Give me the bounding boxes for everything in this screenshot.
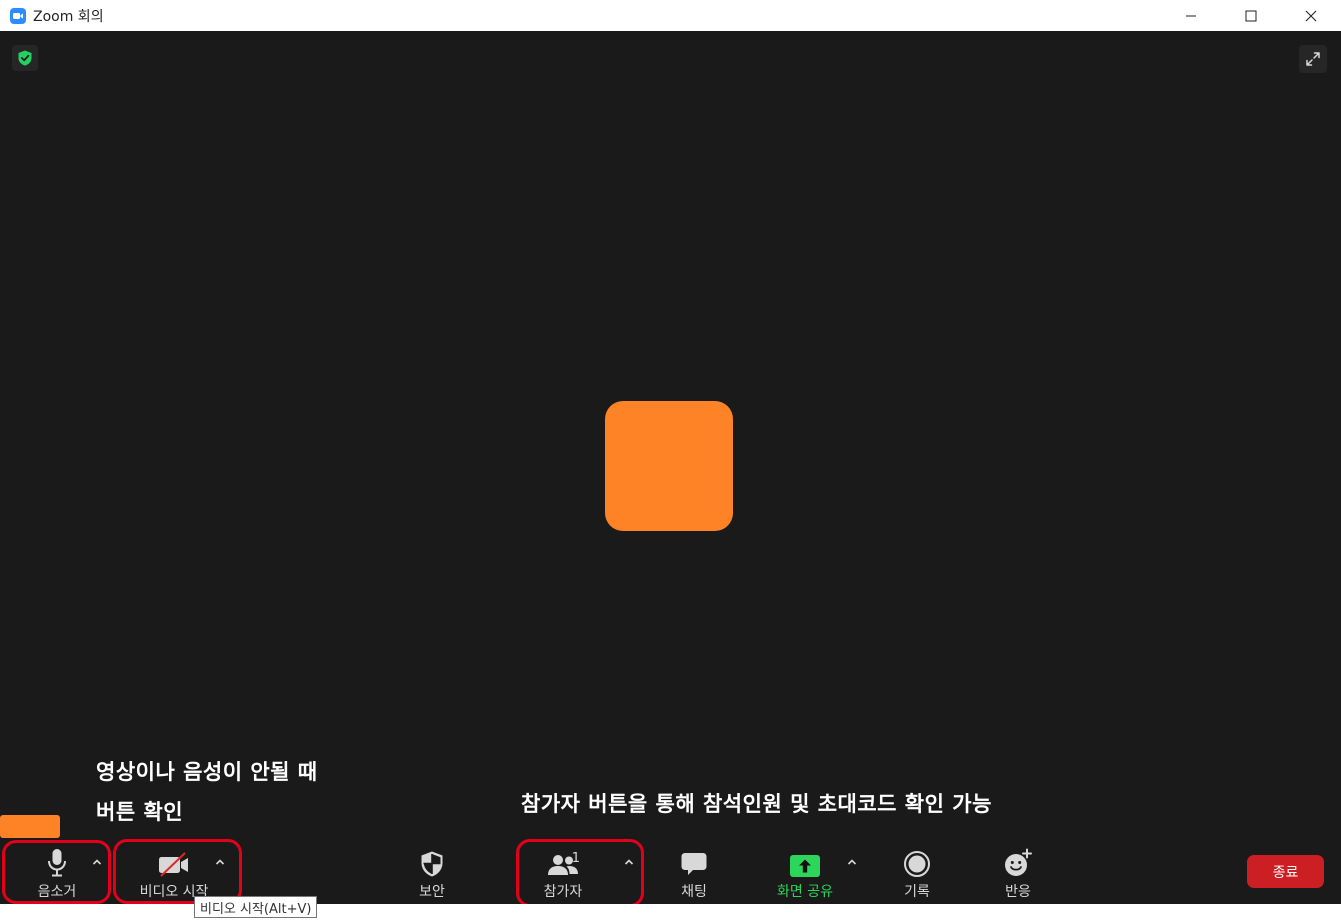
share-options-caret[interactable] <box>846 852 858 865</box>
encryption-shield-button[interactable] <box>12 45 38 71</box>
security-button[interactable]: 보안 <box>402 840 462 904</box>
reactions-button[interactable]: 반응 <box>988 840 1048 904</box>
title-bar: Zoom 회의 <box>0 0 1341 31</box>
shield-check-icon <box>18 50 32 66</box>
zoom-app-icon <box>10 7 26 24</box>
annotation-right: 참가자 버튼을 통해 참석인원 및 초대코드 확인 가능 <box>521 792 992 816</box>
highlight-video <box>113 839 242 904</box>
redacted-label <box>0 815 60 838</box>
record-button[interactable]: 기록 <box>887 840 947 904</box>
share-screen-icon <box>790 855 820 877</box>
chat-label: 채팅 <box>681 884 707 900</box>
participant-avatar-redacted <box>605 401 733 531</box>
highlight-audio <box>2 840 111 904</box>
fullscreen-button[interactable] <box>1299 45 1327 73</box>
record-icon <box>904 851 930 877</box>
zoom-meeting-window: Zoom 회의 영상이나 음성이 안될 때 버튼 확인 참가자 버튼을 통해 참… <box>0 0 1341 922</box>
annotation-left-line1: 영상이나 음성이 안될 때 <box>96 760 318 784</box>
window-title: Zoom 회의 <box>33 8 104 25</box>
share-screen-button[interactable]: 화면 공유 <box>768 840 842 904</box>
meeting-toolbar: 음소거 비디오 시작 보안 1 참가자 채팅 화면 공유 기록 반응 <box>0 839 1341 907</box>
close-icon <box>1305 10 1317 21</box>
maximize-icon <box>1245 10 1257 21</box>
record-label: 기록 <box>904 884 930 900</box>
chevron-up-icon <box>847 859 857 865</box>
close-button[interactable] <box>1281 0 1341 31</box>
share-label: 화면 공유 <box>777 884 833 900</box>
end-meeting-button[interactable]: 종료 <box>1247 855 1324 888</box>
chat-bubble-icon <box>681 853 707 875</box>
annotation-left-line2: 버튼 확인 <box>96 800 184 824</box>
window-controls <box>1161 0 1341 31</box>
expand-icon <box>1306 52 1320 66</box>
shield-icon <box>421 851 443 877</box>
maximize-button[interactable] <box>1221 0 1281 31</box>
minimize-button[interactable] <box>1161 0 1221 31</box>
highlight-participants <box>516 839 644 907</box>
emoji-add-icon <box>1005 848 1032 876</box>
security-label: 보안 <box>419 884 445 900</box>
chat-button[interactable]: 채팅 <box>664 840 724 904</box>
reactions-label: 반응 <box>1005 884 1031 900</box>
video-tooltip: 비디오 시작(Alt+V) <box>194 896 318 918</box>
minimize-icon <box>1186 15 1196 16</box>
